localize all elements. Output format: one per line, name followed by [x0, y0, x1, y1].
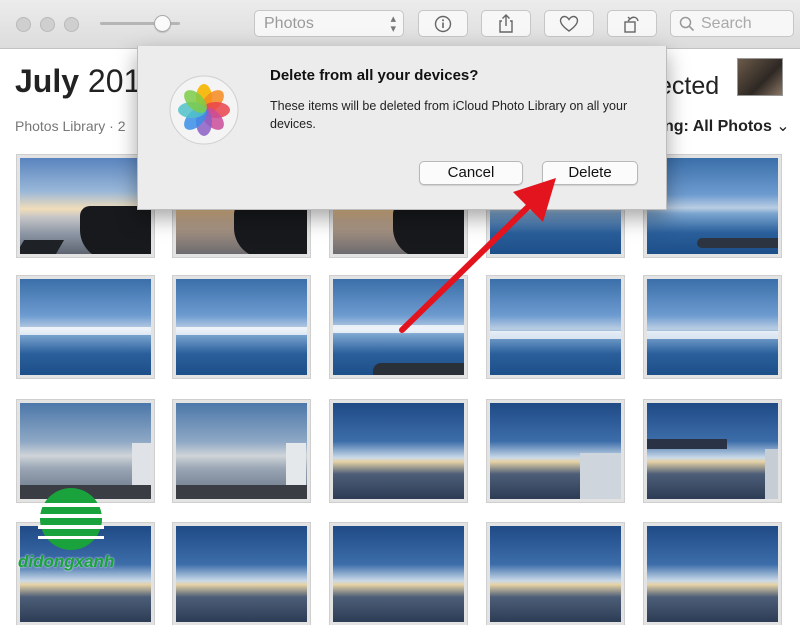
- wing: [580, 453, 621, 499]
- cloud-layer: [490, 331, 621, 339]
- photo-thumbnail[interactable]: [172, 275, 311, 379]
- photo-thumbnail[interactable]: [172, 522, 311, 625]
- jet-engine: [80, 206, 151, 254]
- cloud-layer: [176, 327, 307, 335]
- wing: [647, 439, 727, 449]
- globe-logo: [38, 488, 104, 550]
- wing: [765, 449, 778, 499]
- dialog-message: These items will be deleted from iCloud …: [270, 99, 628, 131]
- photo-thumbnail[interactable]: [643, 275, 782, 379]
- photo-thumbnail[interactable]: [643, 399, 782, 503]
- photo-thumbnail[interactable]: [329, 522, 468, 625]
- jet-engine: [393, 204, 464, 254]
- dialog-title: Delete from all your devices?: [270, 67, 479, 84]
- wing: [373, 363, 464, 375]
- wing: [20, 240, 65, 254]
- cancel-button[interactable]: Cancel: [419, 161, 523, 185]
- jet-engine: [234, 204, 307, 254]
- photos-app-icon: [169, 75, 239, 145]
- cloud-layer: [647, 331, 778, 339]
- photo-thumbnail[interactable]: [486, 275, 625, 379]
- photo-thumbnail[interactable]: [172, 399, 311, 503]
- photo-thumbnail[interactable]: [486, 522, 625, 625]
- photo-thumbnail[interactable]: [486, 399, 625, 503]
- photo-thumbnail[interactable]: [329, 399, 468, 503]
- photo-thumbnail[interactable]: [643, 522, 782, 625]
- wing: [176, 485, 307, 499]
- photo-thumbnail[interactable]: [16, 154, 155, 258]
- watermark-text: didongxanh: [18, 552, 115, 571]
- photo-thumbnail[interactable]: [16, 275, 155, 379]
- delete-confirmation-dialog: Delete from all your devices? These item…: [137, 46, 667, 210]
- wing: [697, 238, 778, 248]
- cloud-layer: [333, 325, 464, 333]
- cloud-layer: [20, 327, 151, 335]
- photo-thumbnail[interactable]: [329, 275, 468, 379]
- delete-button[interactable]: Delete: [542, 161, 638, 185]
